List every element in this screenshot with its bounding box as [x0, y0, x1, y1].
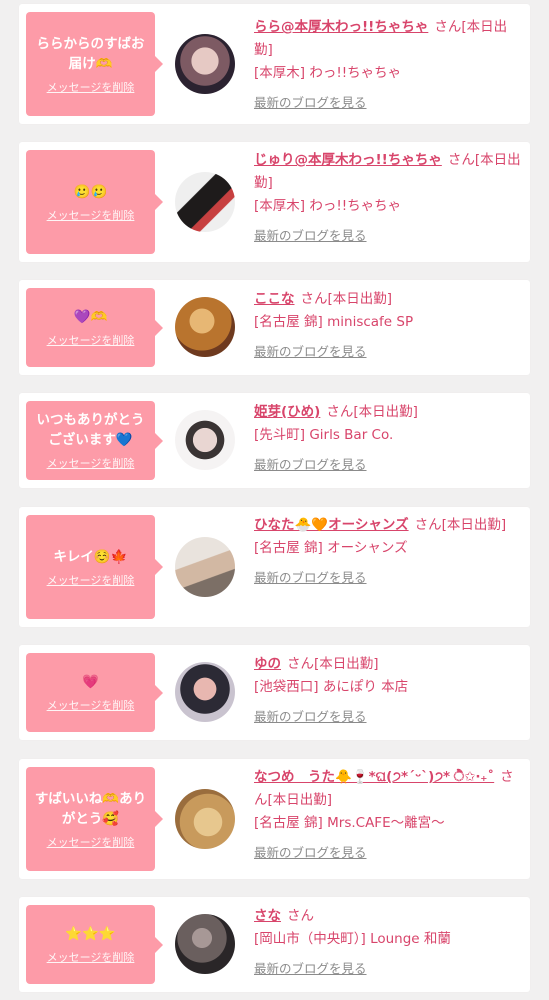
shop-text: [池袋西口] あにぽり 本店: [254, 679, 409, 695]
delete-message-link[interactable]: メッセージを削除: [47, 834, 135, 850]
honorific: さん: [300, 291, 328, 307]
message-bubble: すばいいね🫶ありがとう🥰 メッセージを削除: [26, 767, 163, 871]
honorific: さん: [287, 656, 314, 672]
message-card: ⭐️⭐️⭐️ メッセージを削除 さな さん [岡山市（中央町）] Lounge 和…: [19, 897, 530, 992]
message-bubble: ららからのすばお届け🫶 メッセージを削除: [26, 12, 163, 116]
avatar[interactable]: [175, 34, 235, 94]
cast-info: らら@本厚木わっ!!ちゃちゃ さん[本日出勤] [本厚木] わっ!!ちゃちゃ 最新…: [254, 16, 522, 114]
message-text: すばいいね🫶ありがとう🥰: [34, 790, 147, 827]
delete-message-link[interactable]: メッセージを削除: [47, 949, 135, 965]
message-bubble: いつもありがとうございます💙 メッセージを削除: [26, 401, 163, 480]
message-text: キレイ☺️🍁: [53, 548, 128, 565]
cast-name-link[interactable]: ひなた🐣🧡オーシャンズ: [254, 517, 409, 533]
message-bubble: 💜🫶 メッセージを削除: [26, 288, 163, 367]
latest-blog-link[interactable]: 最新のブログを見る: [254, 91, 522, 114]
honorific: さん: [414, 517, 442, 533]
latest-blog-link[interactable]: 最新のブログを見る: [254, 566, 522, 589]
latest-blog-link[interactable]: 最新のブログを見る: [254, 340, 522, 363]
delete-message-link[interactable]: メッセージを削除: [47, 207, 135, 223]
message-bubble: ⭐️⭐️⭐️ メッセージを削除: [26, 905, 163, 984]
avatar[interactable]: [175, 914, 235, 974]
cast-name-link[interactable]: なつめ うた🐥🍷*ଘ(੭*ˊᵕˋ)੭* ੈ✩‧₊˚: [254, 769, 494, 785]
message-card: すばいいね🫶ありがとう🥰 メッセージを削除 なつめ うた🐥🍷*ଘ(੭*ˊᵕˋ)੭…: [19, 759, 530, 879]
message-card: キレイ☺️🍁 メッセージを削除 ひなた🐣🧡オーシャンズ さん[本日出勤] [名古屋…: [19, 507, 530, 627]
shop-text: [岡山市（中央町）] Lounge 和蘭: [254, 931, 451, 947]
latest-blog-link[interactable]: 最新のブログを見る: [254, 453, 522, 476]
honorific: さん: [447, 152, 475, 168]
honorific: さん: [287, 908, 314, 924]
message-text: 💗: [82, 674, 99, 690]
avatar[interactable]: [175, 410, 235, 470]
message-bubble: 💗 メッセージを削除: [26, 653, 163, 732]
shop-text: [名古屋 錦] オーシャンズ: [254, 540, 408, 556]
cast-info: 姫芽(ひめ) さん[本日出勤] [先斗町] Girls Bar Co. 最新のブロ…: [254, 401, 522, 476]
status-text: [本日出勤]: [267, 792, 333, 808]
delete-message-link[interactable]: メッセージを削除: [47, 697, 135, 713]
avatar[interactable]: [175, 172, 235, 232]
status-text: [本日出勤]: [327, 291, 393, 307]
cast-info: ゆの さん[本日出勤] [池袋西口] あにぽり 本店 最新のブログを見る: [254, 653, 522, 728]
shop-text: [名古屋 錦] Mrs.CAFE〜離宮〜: [254, 815, 445, 831]
honorific: さん: [434, 19, 462, 35]
message-text: 🥲🥲: [73, 183, 108, 200]
shop-text: [名古屋 錦] miniscafe SP: [254, 314, 414, 330]
avatar[interactable]: [175, 662, 235, 722]
message-card: いつもありがとうございます💙 メッセージを削除 姫芽(ひめ) さん[本日出勤] […: [19, 393, 530, 488]
latest-blog-link[interactable]: 最新のブログを見る: [254, 841, 522, 864]
cast-info: じゅり@本厚木わっ!!ちゃちゃ さん[本日出勤] [本厚木] わっ!!ちゃちゃ 最…: [254, 149, 522, 247]
latest-blog-link[interactable]: 最新のブログを見る: [254, 957, 522, 980]
cast-name-link[interactable]: ゆの: [254, 656, 281, 672]
message-text: いつもありがとうございます💙: [36, 412, 145, 448]
cast-name-link[interactable]: さな: [254, 908, 281, 924]
cast-info: ひなた🐣🧡オーシャンズ さん[本日出勤] [名古屋 錦] オーシャンズ 最新のブロ…: [254, 514, 522, 589]
cast-name-link[interactable]: ここな: [254, 291, 295, 307]
message-card: ららからのすばお届け🫶 メッセージを削除 らら@本厚木わっ!!ちゃちゃ さん[本日…: [19, 4, 530, 124]
status-text: [本日出勤]: [441, 517, 507, 533]
cast-name-link[interactable]: らら@本厚木わっ!!ちゃちゃ: [254, 19, 428, 35]
shop-text: [本厚木] わっ!!ちゃちゃ: [254, 198, 402, 214]
message-text: 💜🫶: [73, 309, 108, 325]
message-card: 🥲🥲 メッセージを削除 じゅり@本厚木わっ!!ちゃちゃ さん[本日出勤] [本厚木…: [19, 142, 530, 262]
status-text: [本日出勤]: [353, 404, 418, 420]
latest-blog-link[interactable]: 最新のブログを見る: [254, 705, 522, 728]
delete-message-link[interactable]: メッセージを削除: [47, 79, 135, 95]
avatar[interactable]: [175, 297, 235, 357]
message-text: ⭐️⭐️⭐️: [65, 926, 116, 942]
delete-message-link[interactable]: メッセージを削除: [47, 572, 135, 588]
delete-message-link[interactable]: メッセージを削除: [47, 455, 135, 471]
message-card: 💗 メッセージを削除 ゆの さん[本日出勤] [池袋西口] あにぽり 本店 最新の…: [19, 645, 530, 740]
avatar[interactable]: [175, 789, 235, 849]
message-bubble: 🥲🥲 メッセージを削除: [26, 150, 163, 254]
shop-text: [本厚木] わっ!!ちゃちゃ: [254, 65, 402, 81]
message-bubble: キレイ☺️🍁 メッセージを削除: [26, 515, 163, 619]
latest-blog-link[interactable]: 最新のブログを見る: [254, 224, 522, 247]
message-text: ららからのすばお届け🫶: [36, 35, 145, 72]
cast-info: さな さん [岡山市（中央町）] Lounge 和蘭 最新のブログを見る: [254, 905, 522, 980]
honorific: さん: [326, 404, 354, 420]
cast-info: ここな さん[本日出勤] [名古屋 錦] miniscafe SP 最新のブログを…: [254, 288, 522, 363]
cast-name-link[interactable]: じゅり@本厚木わっ!!ちゃちゃ: [254, 152, 442, 168]
cast-name-link[interactable]: 姫芽(ひめ): [254, 404, 320, 420]
delete-message-link[interactable]: メッセージを削除: [47, 332, 135, 348]
avatar[interactable]: [175, 537, 235, 597]
status-text: [本日出勤]: [314, 656, 379, 672]
message-card: 💜🫶 メッセージを削除 ここな さん[本日出勤] [名古屋 錦] miniscaf…: [19, 280, 530, 375]
shop-text: [先斗町] Girls Bar Co.: [254, 427, 394, 443]
cast-info: なつめ うた🐥🍷*ଘ(੭*ˊᵕˋ)੭* ੈ✩‧₊˚ さん[本日出勤] [名古屋 錦…: [254, 766, 522, 864]
